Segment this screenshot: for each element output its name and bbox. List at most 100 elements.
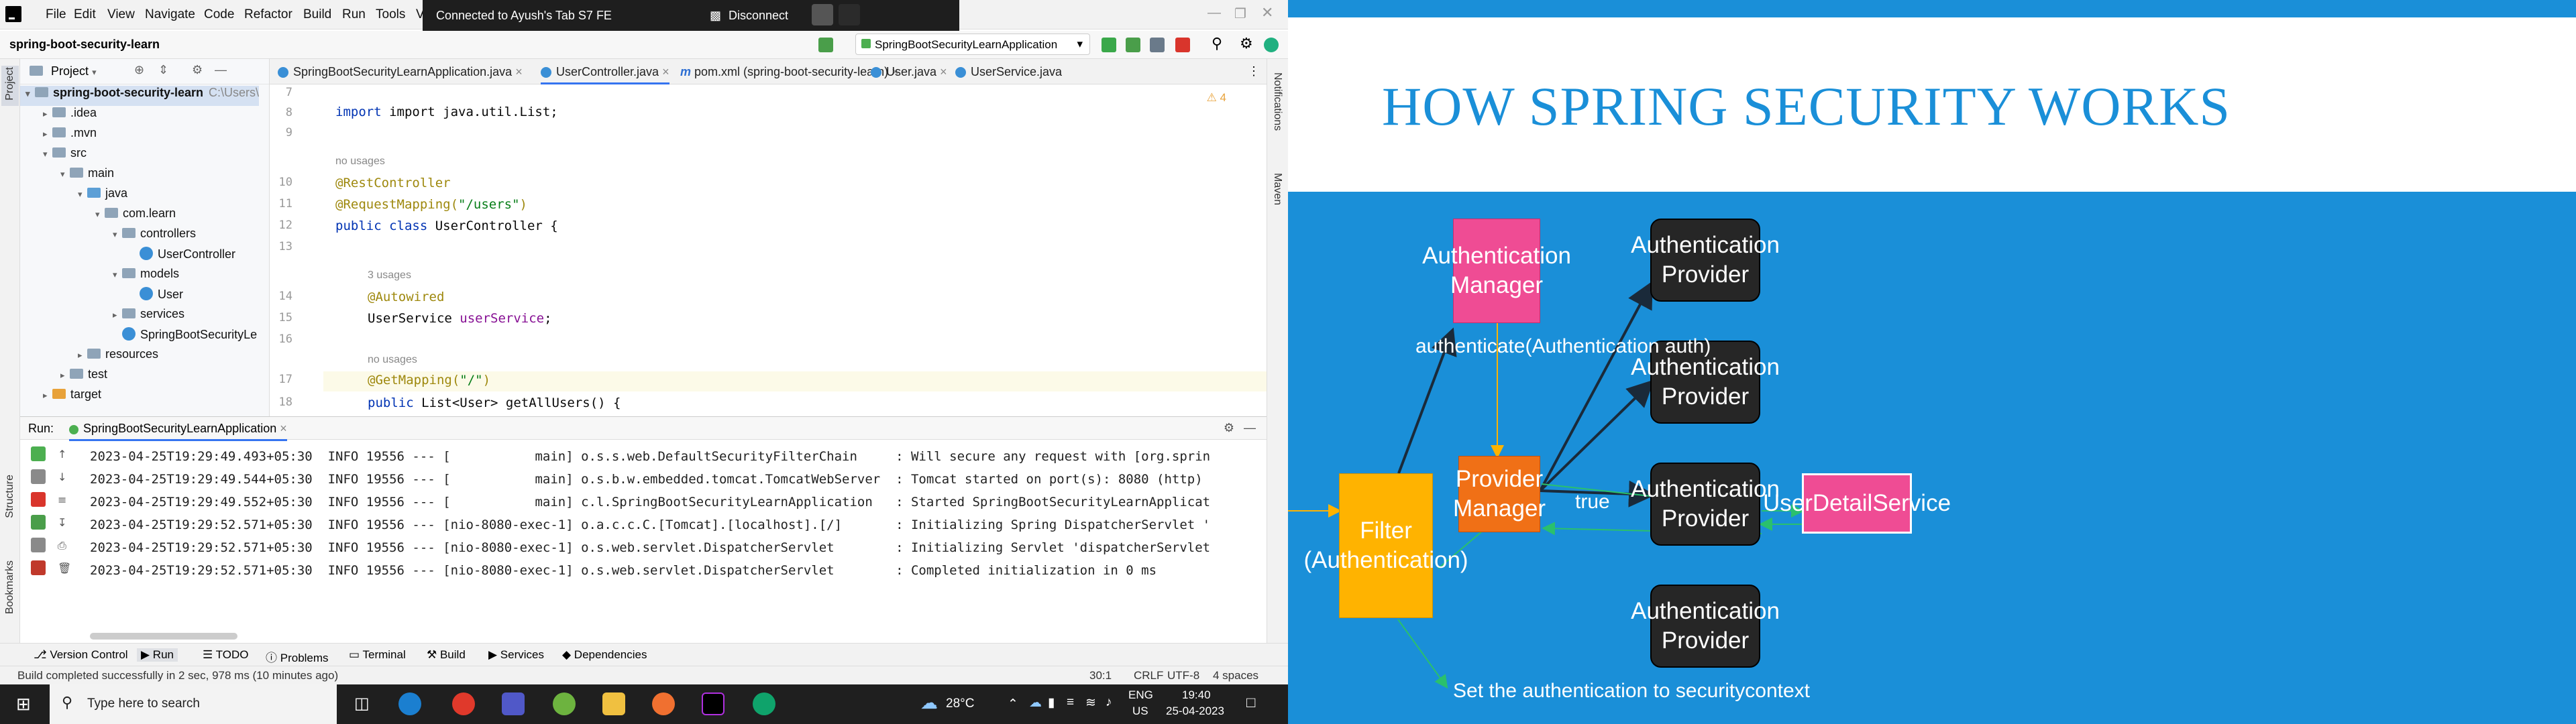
indent-setting[interactable]: 4 spaces — [1213, 669, 1258, 682]
tab-version-control[interactable]: ⎇ Version Control — [34, 648, 128, 662]
tree-item[interactable]: ▾ models — [113, 267, 179, 287]
tree-item[interactable]: ▾ controllers — [113, 227, 196, 247]
menu-view[interactable]: View — [107, 7, 135, 22]
print-icon[interactable]: ⎙ — [58, 539, 66, 552]
weather-temp[interactable]: 28°C — [946, 697, 974, 711]
tree-item[interactable]: SpringBootSecurityLe — [113, 327, 257, 347]
tree-item[interactable]: ▾ com.learn — [95, 206, 176, 227]
more-tabs-icon[interactable]: ⋮ — [1248, 64, 1260, 78]
chevron-down-icon[interactable]: ▾ — [92, 67, 97, 77]
stop-icon[interactable] — [1175, 38, 1190, 52]
tree-item[interactable]: ▸ target — [43, 387, 101, 408]
hide-icon[interactable]: — — [215, 63, 227, 77]
tree-item[interactable]: ▸ test — [60, 367, 107, 387]
menu-build[interactable]: Build — [303, 7, 331, 22]
coverage-icon[interactable] — [1150, 38, 1165, 52]
tree-item[interactable]: ▾ src — [43, 146, 87, 166]
project-panel-title[interactable]: Project — [51, 64, 89, 78]
tab-springbootsecuritylearnapplication[interactable]: SpringBootSecurityLearnApplication.java … — [278, 59, 523, 84]
battery-icon[interactable]: ▮ — [1048, 695, 1055, 711]
language-bottom[interactable]: US — [1132, 705, 1148, 718]
tab-problems[interactable]: ⓘ Problems — [266, 648, 329, 665]
chevron-down-icon[interactable]: ▾ — [113, 269, 122, 280]
tree-item[interactable]: ▾ java — [78, 186, 127, 206]
tab-usercontroller[interactable]: UserController.java × — [541, 59, 669, 84]
hammer-icon[interactable] — [818, 38, 833, 52]
chevron-down-icon[interactable]: ▾ — [25, 88, 35, 99]
maven-tool-label[interactable]: Maven — [1271, 173, 1283, 205]
camera-icon[interactable] — [31, 538, 46, 552]
tree-item[interactable]: ▸ services — [113, 307, 184, 327]
trash-icon[interactable]: 🗑 — [58, 562, 71, 575]
restore-icon[interactable]: ❐ — [1234, 5, 1246, 22]
pin-icon[interactable] — [839, 4, 860, 25]
tab-build[interactable]: ⚒ Build — [427, 648, 466, 662]
teams-icon[interactable] — [502, 692, 525, 715]
locate-icon[interactable]: ⊕ — [134, 63, 144, 77]
chevron-down-icon[interactable]: ▾ — [78, 189, 87, 200]
arrow-up-icon[interactable]: ↑ — [58, 448, 66, 461]
chevron-up-icon[interactable]: ⌃ — [1008, 697, 1018, 712]
tab-services[interactable]: ▶ Services — [488, 648, 544, 662]
chevron-right-icon[interactable]: ▸ — [60, 370, 70, 381]
project-name[interactable]: spring-boot-security-learn — [9, 38, 160, 52]
rerun-icon[interactable] — [1102, 38, 1116, 52]
tree-item[interactable]: User — [130, 287, 183, 307]
menu-tools[interactable]: Tools — [376, 7, 405, 22]
menu-file[interactable]: File — [46, 7, 66, 22]
taskbar-search-input[interactable]: ⚲ Type here to search — [50, 684, 337, 724]
clock-time[interactable]: 19:40 — [1182, 688, 1211, 702]
notification-center-icon[interactable]: □ — [1246, 694, 1255, 711]
file-explorer-icon[interactable] — [602, 692, 625, 715]
gear-icon[interactable]: ⚙ — [1240, 35, 1253, 52]
hide-icon[interactable]: — — [1244, 421, 1256, 435]
menu-code[interactable]: Code — [204, 7, 234, 22]
tree-item[interactable]: ▸ .idea — [43, 106, 97, 126]
warning-icon[interactable]: ⚠ 4 — [1207, 91, 1226, 105]
tab-user[interactable]: User.java × — [871, 59, 947, 84]
tree-item[interactable]: UserController — [130, 247, 235, 267]
chrome-icon[interactable] — [452, 692, 475, 715]
postman-icon[interactable] — [652, 692, 675, 715]
wrench-icon[interactable] — [31, 469, 46, 484]
tab-run[interactable]: ▶ Run — [137, 648, 178, 662]
horizontal-scrollbar[interactable] — [90, 633, 237, 640]
spring-tools-icon[interactable] — [553, 692, 576, 715]
line-separator[interactable]: CRLF — [1134, 669, 1163, 682]
run-config-select[interactable]: SpringBootSecurityLearnApplication ▾ — [855, 34, 1090, 55]
tab-pom-xml[interactable]: m pom.xml (spring-boot-security-learn) × — [680, 59, 899, 84]
settings-icon[interactable] — [812, 4, 833, 25]
debug-icon[interactable] — [31, 515, 46, 530]
menu-edit[interactable]: Edit — [74, 7, 96, 22]
tab-dependencies[interactable]: ◆ Dependencies — [562, 648, 647, 662]
notifications-tool-label[interactable]: Notifications — [1271, 72, 1283, 131]
tab-userservice[interactable]: UserService.java — [955, 59, 1062, 84]
onedrive-icon[interactable]: ☁ — [1029, 695, 1042, 711]
task-view-icon[interactable]: ◫ — [354, 694, 370, 713]
structure-tool-label[interactable]: Structure — [4, 475, 16, 518]
menu-run[interactable]: Run — [342, 7, 366, 22]
chevron-down-icon[interactable]: ▾ — [113, 229, 122, 240]
mongodb-icon[interactable] — [753, 692, 775, 715]
disconnect-button[interactable]: Disconnect — [729, 9, 788, 23]
language-top[interactable]: ENG — [1128, 688, 1153, 702]
run-tab[interactable]: SpringBootSecurityLearnApplication × — [69, 422, 287, 441]
chevron-right-icon[interactable]: ▸ — [113, 310, 122, 320]
chevron-right-icon[interactable]: ▸ — [43, 390, 52, 401]
chevron-down-icon[interactable]: ▾ — [43, 149, 52, 160]
code-editor[interactable]: ⚠ 4 import import java.util.List; no usa… — [323, 84, 1267, 416]
chevron-right-icon[interactable]: ▸ — [78, 350, 87, 361]
exit-icon[interactable] — [31, 560, 46, 575]
rerun-icon[interactable] — [31, 446, 46, 461]
tree-item[interactable]: ▾ spring-boot-security-learn C:\Users\ — [20, 86, 259, 106]
caret-position[interactable]: 30:1 — [1089, 669, 1112, 682]
volume-icon[interactable]: ♪ — [1106, 695, 1112, 710]
chevron-right-icon[interactable]: ▸ — [43, 129, 52, 139]
chevron-right-icon[interactable]: ▸ — [43, 109, 52, 119]
bookmarks-tool-label[interactable]: Bookmarks — [4, 560, 16, 614]
wrap-icon[interactable]: ≡ — [58, 493, 66, 506]
tree-item[interactable]: ▾ main — [60, 166, 114, 186]
console-output[interactable]: 2023-04-25T19:29:49.493+05:30 INFO 19556… — [90, 449, 1210, 586]
collapse-icon[interactable]: ⇕ — [158, 63, 168, 77]
tab-terminal[interactable]: ▭ Terminal — [349, 648, 406, 662]
